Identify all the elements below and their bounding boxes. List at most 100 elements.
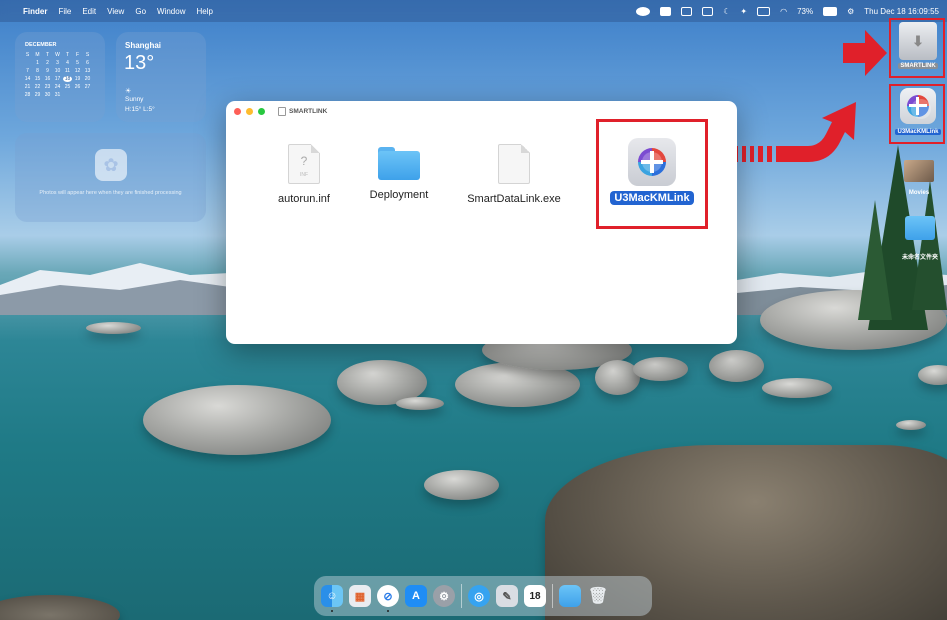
rock — [0, 595, 120, 620]
dock: ☺ ▦ ⊘ A ⚙ ◎ ✎ 18 🗑 — [314, 576, 652, 616]
calendar-day: 11 — [64, 68, 71, 74]
desktop-icon-smartlink[interactable]: ⬇ SMARTLINK — [893, 22, 943, 69]
calendar-day — [23, 60, 32, 66]
file-item-u3mackmlink[interactable]: U3MacKMLink — [598, 138, 706, 205]
calendar-day: 2 — [46, 60, 49, 66]
u3mackmlink-app-icon — [628, 138, 676, 186]
dock-separator — [461, 584, 462, 608]
menu-bar: Finder File Edit View Go Window Help ☾ ✦… — [0, 0, 947, 22]
finder-dock-icon[interactable]: ☺ — [321, 585, 343, 612]
calendar-dock-icon[interactable]: 18 — [524, 585, 546, 607]
file-item-label: U3MacKMLink — [610, 191, 694, 205]
keyboard-input-icon[interactable] — [757, 6, 771, 16]
menu-view[interactable]: View — [107, 7, 124, 16]
calendar-day: 22 — [34, 84, 41, 90]
menu-edit[interactable]: Edit — [82, 7, 96, 16]
photos-flower-icon: ✿ — [95, 149, 127, 181]
calendar-day: 10 — [54, 68, 61, 74]
rock — [424, 470, 499, 500]
calendar-day: 9 — [46, 68, 49, 74]
desktop-icon-label: SMARTLINK — [898, 63, 938, 69]
calendar-day: 15 — [34, 76, 41, 82]
launchpad-dock-icon[interactable]: ▦ — [349, 585, 371, 607]
calendar-day: 24 — [54, 84, 61, 90]
weekday: T — [65, 52, 70, 58]
rock — [396, 397, 444, 410]
battery-icon[interactable] — [823, 6, 838, 16]
dock-separator — [552, 584, 553, 608]
battery-percent[interactable]: 73% — [797, 7, 813, 16]
movies-thumbnail-icon — [904, 160, 934, 182]
safari-dock-icon[interactable]: ⊘ — [377, 585, 399, 612]
sun-icon: ☀ — [125, 88, 132, 95]
wifi-icon[interactable]: ◠ — [780, 7, 787, 16]
menu-help[interactable]: Help — [196, 7, 212, 16]
camera-status-icon[interactable] — [636, 6, 651, 16]
moon-icon[interactable]: ☾ — [723, 7, 730, 16]
calendar-day: 13 — [84, 68, 91, 74]
minimize-window-button[interactable] — [246, 107, 253, 115]
calendar-day: 19 — [74, 76, 81, 82]
display-icon[interactable] — [702, 6, 714, 16]
calendar-grid: S M T W T F S — [15, 48, 105, 58]
app-store-dock-icon[interactable]: A — [405, 585, 427, 607]
finder-window[interactable]: SMARTLINK ? INF autorun.inf Deployment S… — [226, 101, 737, 344]
rock — [633, 357, 688, 381]
network-utility-dock-icon[interactable]: ◎ — [468, 585, 490, 607]
menu-file[interactable]: File — [58, 7, 71, 16]
rock — [918, 365, 947, 385]
pin-icon[interactable]: ✦ — [740, 7, 747, 16]
folder-icon — [905, 216, 935, 240]
desktop-icon-label: U3MacKMLink — [895, 129, 941, 135]
calendar-widget[interactable]: DECEMBER S M T W T F S 1 2 3 4 5 6 7 8 9 10 11 12 13… — [15, 32, 105, 122]
calendar-day: 16 — [44, 76, 51, 82]
system-settings-dock-icon[interactable]: ⚙ — [433, 585, 455, 607]
desktop-icon-movies[interactable]: Movies — [895, 160, 943, 196]
document-icon: ? INF — [288, 144, 320, 184]
photos-widget[interactable]: ✿ Photos will appear here when they are … — [15, 133, 206, 222]
annotation-arrow-right — [843, 30, 887, 76]
preview-dock-icon[interactable]: ✎ — [496, 585, 518, 607]
file-item-autorun[interactable]: ? INF autorun.inf — [249, 144, 359, 206]
menu-go[interactable]: Go — [135, 7, 146, 16]
weekday: T — [45, 52, 50, 58]
file-item-smartdatalink[interactable]: SmartDataLink.exe — [454, 144, 574, 206]
screen-mirroring-icon[interactable] — [681, 6, 693, 16]
menu-window[interactable]: Window — [157, 7, 185, 16]
trash-dock-icon[interactable]: 🗑 — [587, 585, 609, 607]
menu-app-name[interactable]: Finder — [23, 7, 47, 16]
calendar-day: 6 — [86, 60, 89, 66]
zoom-window-button[interactable] — [258, 107, 265, 115]
calendar-day: 30 — [44, 92, 51, 98]
desktop-icon-u3mackmlink[interactable]: U3MacKMLink — [893, 88, 943, 135]
folder-icon — [378, 147, 420, 180]
document-icon — [498, 144, 530, 184]
weekday: S — [85, 52, 90, 58]
downloads-folder-dock-icon[interactable] — [559, 585, 581, 607]
weather-city: Shanghai — [125, 41, 162, 50]
weekday: F — [75, 52, 80, 58]
calendar-day: 26 — [74, 84, 81, 90]
close-window-button[interactable] — [234, 107, 241, 115]
weekday: M — [35, 52, 40, 58]
control-center-icon[interactable]: ⚙ — [847, 7, 854, 16]
calendar-day: 12 — [74, 68, 81, 74]
calendar-day: 29 — [34, 92, 41, 98]
calendar-day: 8 — [36, 68, 39, 74]
calendar-day: 4 — [66, 60, 69, 66]
archive-status-icon[interactable] — [660, 6, 672, 16]
calendar-days: 1 2 3 4 5 6 7 8 9 10 11 12 13 14 15 16 17 18 19 20 21 22 23 24 2… — [15, 58, 105, 98]
calendar-day: 21 — [24, 84, 31, 90]
rock — [762, 378, 832, 398]
weekday: S — [25, 52, 30, 58]
menu-clock[interactable]: Thu Dec 18 16:09:55 — [864, 7, 939, 16]
calendar-day: 3 — [56, 60, 59, 66]
rock — [709, 350, 764, 382]
desktop-icon-untitled-folder[interactable]: 未命名文件夹 — [893, 216, 947, 261]
calendar-day: 27 — [84, 84, 91, 90]
desktop-icon-label: Movies — [908, 190, 930, 196]
finder-titlebar[interactable]: SMARTLINK — [226, 101, 737, 121]
file-item-label: SmartDataLink.exe — [467, 193, 561, 205]
file-item-deployment[interactable]: Deployment — [344, 144, 454, 202]
weather-widget[interactable]: Shanghai 13° ☀ Sunny H:15° L:5° — [116, 32, 206, 122]
